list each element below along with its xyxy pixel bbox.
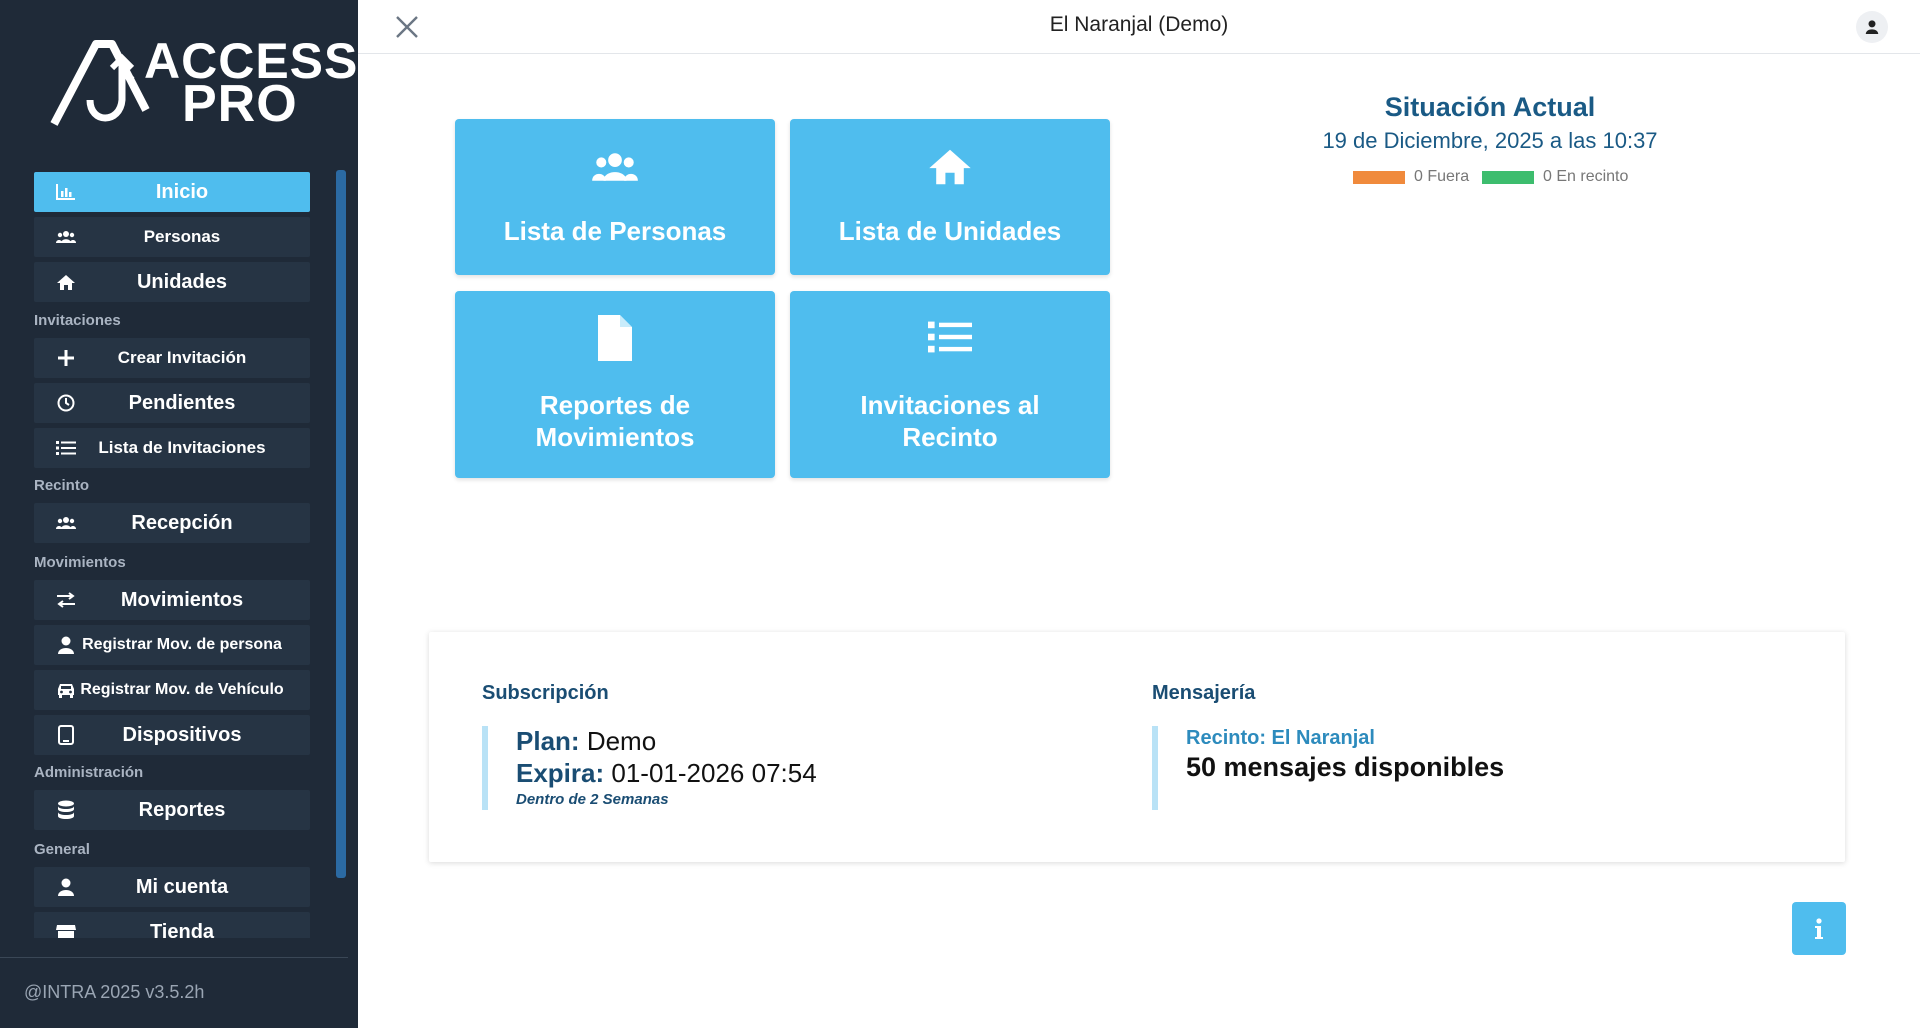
tile-label-line1: Invitaciones al bbox=[860, 390, 1040, 420]
user-icon bbox=[56, 878, 76, 896]
info-icon bbox=[1815, 917, 1823, 939]
mensajeria-bar bbox=[1152, 726, 1158, 810]
section-label-administracion: Administración bbox=[34, 764, 144, 781]
footer-version: @INTRA 2025 v3.5.2h bbox=[24, 982, 205, 1002]
legend-label: 0 Fuera bbox=[1414, 168, 1470, 185]
user-icon bbox=[1865, 20, 1879, 34]
legend-en-recinto: 0 En recinto bbox=[1482, 168, 1628, 186]
tile-lista-personas[interactable]: Lista de Personas bbox=[455, 119, 775, 275]
tablet-icon bbox=[56, 725, 76, 745]
logo-text-pro: PRO bbox=[182, 75, 298, 133]
tile-label-line2: Movimientos bbox=[535, 422, 695, 452]
mensajeria-heading: Mensajería bbox=[1152, 682, 1256, 704]
sidebar-scrollbar[interactable] bbox=[336, 170, 346, 878]
plan-label: Plan: bbox=[516, 726, 580, 756]
expira-value: 01-01-2026 07:54 bbox=[611, 758, 817, 788]
sidebar-item-registrar-mov-persona[interactable]: Registrar Mov. de persona bbox=[34, 625, 310, 665]
user-icon bbox=[56, 636, 76, 654]
access-pro-logo: ACCESS PRO bbox=[50, 33, 357, 133]
sidebar-item-crear-invitacion[interactable]: Crear Invitación bbox=[34, 338, 310, 378]
legend-swatch-en-recinto bbox=[1482, 170, 1534, 184]
home-icon bbox=[56, 273, 76, 291]
users-icon bbox=[56, 514, 76, 532]
mensajeria-recinto: Recinto: El Naranjal bbox=[1186, 727, 1375, 749]
situacion-date: 19 de Diciembre, 2025 a las 10:37 bbox=[1322, 128, 1658, 153]
sidebar-item-personas[interactable]: Personas bbox=[34, 217, 310, 257]
info-card: Subscripción Plan: Demo Expira: 01-01-20… bbox=[429, 632, 1845, 862]
sidebar-item-pendientes[interactable]: Pendientes bbox=[34, 383, 310, 423]
plus-icon bbox=[56, 349, 76, 367]
clock-icon bbox=[56, 394, 76, 412]
list-icon bbox=[56, 439, 76, 457]
expira-note: Dentro de 2 Semanas bbox=[516, 791, 669, 808]
section-label-invitaciones: Invitaciones bbox=[34, 312, 121, 329]
top-header: El Naranjal (Demo) bbox=[358, 0, 1920, 54]
list-icon bbox=[790, 319, 1110, 355]
mensajeria-count: 50 mensajes disponibles bbox=[1186, 752, 1505, 782]
sidebar-item-inicio[interactable]: Inicio bbox=[34, 172, 310, 212]
plan-value: Demo bbox=[586, 726, 657, 756]
sidebar-item-movimientos[interactable]: Movimientos bbox=[34, 580, 310, 620]
subscripcion-bar bbox=[482, 726, 488, 810]
tile-invitaciones-recinto[interactable]: Invitaciones al Recinto bbox=[790, 291, 1110, 478]
sidebar-item-unidades[interactable]: Unidades bbox=[34, 262, 310, 302]
user-menu-button[interactable] bbox=[1856, 11, 1888, 43]
file-icon bbox=[455, 315, 775, 361]
info-button[interactable] bbox=[1792, 902, 1846, 955]
legend-label: 0 En recinto bbox=[1543, 168, 1629, 185]
users-icon bbox=[56, 228, 76, 246]
sidebar-item-recepcion[interactable]: Recepción bbox=[34, 503, 310, 543]
expira-line: Expira: 01-01-2026 07:54 bbox=[516, 758, 817, 789]
tile-label-line1: Reportes de bbox=[539, 390, 691, 420]
store-icon bbox=[56, 923, 76, 938]
page-title: El Naranjal (Demo) bbox=[1049, 13, 1229, 36]
exchange-icon bbox=[56, 591, 76, 609]
section-label-recinto: Recinto bbox=[34, 477, 90, 494]
chart-bar-icon bbox=[56, 183, 76, 201]
tile-lista-unidades[interactable]: Lista de Unidades bbox=[790, 119, 1110, 275]
tile-label-line2: Recinto bbox=[902, 422, 998, 452]
sidebar: ACCESS PRO Inicio Personas Unidades Invi… bbox=[0, 0, 358, 1028]
sidebar-nav: Inicio Personas Unidades Invitaciones Cr… bbox=[34, 170, 310, 938]
sidebar-item-registrar-mov-vehiculo[interactable]: Registrar Mov. de Vehículo bbox=[34, 670, 310, 710]
sidebar-item-tienda[interactable]: Tienda bbox=[34, 912, 310, 938]
tile-label: Lista de Personas bbox=[503, 216, 727, 246]
legend-swatch-fuera bbox=[1353, 170, 1405, 184]
sidebar-item-lista-invitaciones[interactable]: Lista de Invitaciones bbox=[34, 428, 310, 468]
sidebar-divider bbox=[0, 957, 348, 958]
tile-reportes-movimientos[interactable]: Reportes de Movimientos bbox=[455, 291, 775, 478]
situacion-title: Situación Actual bbox=[1384, 92, 1596, 122]
users-icon bbox=[455, 151, 775, 183]
sidebar-item-mi-cuenta[interactable]: Mi cuenta bbox=[34, 867, 310, 907]
home-icon bbox=[790, 147, 1110, 187]
sidebar-item-reportes[interactable]: Reportes bbox=[34, 790, 310, 830]
sidebar-item-dispositivos[interactable]: Dispositivos bbox=[34, 715, 310, 755]
subscripcion-heading: Subscripción bbox=[482, 682, 609, 704]
section-label-general: General bbox=[34, 841, 90, 858]
legend-fuera: 0 Fuera bbox=[1353, 168, 1469, 186]
expira-label: Expira: bbox=[516, 758, 605, 788]
plan-line: Plan: Demo bbox=[516, 726, 656, 757]
tile-label: Lista de Unidades bbox=[838, 216, 1062, 246]
section-label-movimientos: Movimientos bbox=[34, 554, 126, 571]
database-icon bbox=[56, 800, 76, 819]
car-icon bbox=[56, 681, 76, 699]
